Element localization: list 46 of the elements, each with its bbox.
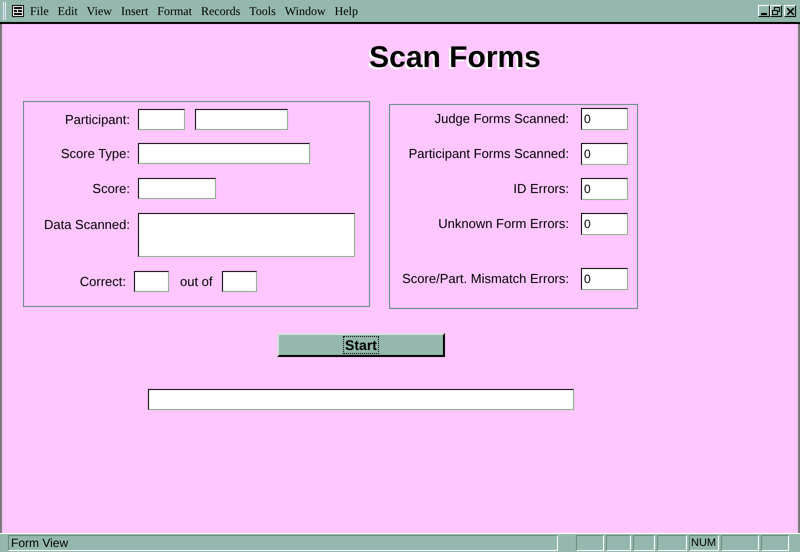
menu-item[interactable]: File — [30, 2, 49, 20]
field-label: Participant Forms Scanned: — [408, 145, 569, 164]
form-title: Scan Forms — [369, 40, 541, 76]
restore-button[interactable] — [770, 5, 782, 17]
status-pane — [606, 535, 631, 551]
menu-item[interactable]: Tools — [249, 2, 276, 20]
field-label: Score/Part. Mismatch Errors: — [401, 270, 569, 288]
input-field[interactable] — [138, 143, 310, 164]
status-text: Form View — [8, 535, 558, 551]
field-label: out of — [180, 272, 213, 291]
input-field[interactable] — [138, 213, 355, 257]
menu-item[interactable]: Window — [284, 2, 326, 20]
form-icon[interactable] — [12, 5, 24, 17]
counter-field[interactable]: 0 — [581, 213, 628, 235]
field-label: Participant: — [64, 110, 130, 129]
status-pane — [576, 535, 604, 551]
input-field[interactable] — [138, 109, 185, 130]
menu-item[interactable]: Format — [157, 2, 192, 20]
counter-field[interactable]: 0 — [581, 108, 628, 130]
menu-item[interactable]: View — [86, 2, 112, 20]
counter-field[interactable]: 0 — [581, 178, 628, 200]
minimize-button[interactable] — [758, 5, 770, 17]
counter-field[interactable]: 0 — [581, 268, 628, 290]
input-field[interactable] — [138, 178, 216, 199]
field-label: Correct: — [78, 272, 126, 291]
field-label: Judge Forms Scanned: — [434, 110, 569, 128]
status-pane: NUM — [689, 535, 719, 551]
input-field[interactable] — [134, 271, 169, 292]
close-button[interactable] — [784, 5, 796, 17]
menu-item[interactable]: Edit — [58, 2, 78, 20]
input-field[interactable] — [195, 109, 288, 130]
menu-item[interactable]: Records — [200, 2, 240, 20]
status-pane — [761, 535, 789, 551]
field-label: Unknown Form Errors: — [437, 215, 569, 234]
field-label: Score: — [91, 180, 130, 198]
field-label: Data Scanned: — [42, 216, 130, 234]
status-pane — [657, 535, 687, 551]
menu-item[interactable]: Help — [334, 2, 358, 20]
counter-field[interactable]: 0 — [581, 143, 628, 165]
start-button[interactable]: Start — [277, 333, 445, 357]
menu-item[interactable]: Insert — [120, 2, 148, 20]
input-field[interactable] — [222, 271, 257, 292]
field-label: ID Errors: — [512, 180, 569, 198]
field-label: Score Type: — [60, 144, 130, 163]
status-pane — [633, 535, 655, 551]
status-pane — [721, 535, 759, 551]
